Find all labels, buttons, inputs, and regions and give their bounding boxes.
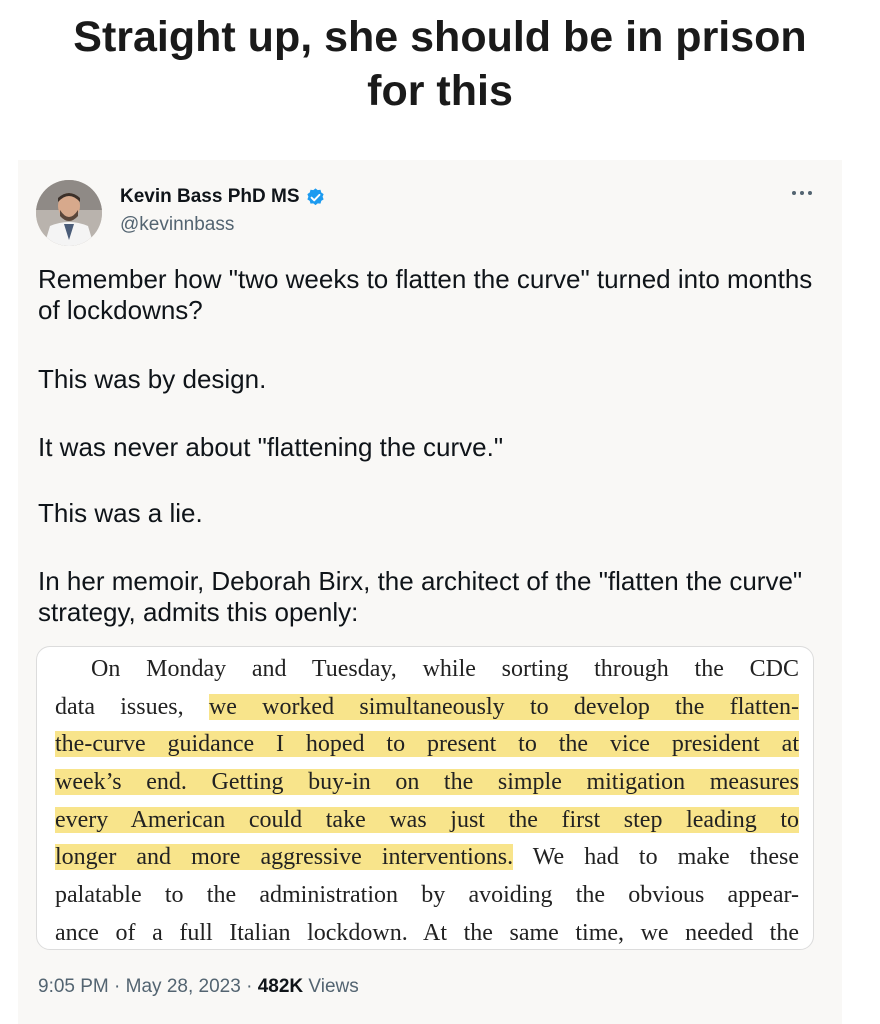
book-excerpt-image[interactable]: On Monday and Tuesday, while sorting thr… xyxy=(36,646,814,950)
verified-badge-icon xyxy=(306,187,324,205)
book-excerpt-text: On Monday and Tuesday, while sorting thr… xyxy=(55,651,800,949)
avatar[interactable] xyxy=(36,180,102,246)
author-name[interactable]: Kevin Bass PhD MS xyxy=(120,186,326,208)
excerpt-text: data issues, xyxy=(55,693,209,720)
caption-line-1: Straight up, she should be in prison xyxy=(73,13,807,61)
tweet-paragraph: This was a lie. xyxy=(38,498,203,528)
meme-caption: Straight up, she should be in prison for… xyxy=(0,10,880,118)
excerpt-highlight: the-curve guidance I hoped to present to… xyxy=(55,731,799,758)
author-handle[interactable]: @kevinnbass xyxy=(120,214,234,236)
tweet-paragraph: Remember how "two weeks to flatten the c… xyxy=(38,264,813,325)
tweet-paragraph: In her memoir, Deborah Birx, the archite… xyxy=(38,566,803,627)
excerpt-highlight: week’s end. Getting buy-in on the simple… xyxy=(55,769,799,796)
excerpt-line: longer and more aggressive interventions… xyxy=(55,839,799,877)
excerpt-line: palatable to the administration by avoid… xyxy=(55,882,799,909)
excerpt-line: the-curve guidance I hoped to present to… xyxy=(55,726,799,764)
views-label: Views xyxy=(303,976,359,997)
caption-line-2: for this xyxy=(367,67,513,115)
excerpt-highlight: we worked simultaneously to develop the … xyxy=(208,693,800,720)
excerpt-line: On Monday and Tuesday, while sorting thr… xyxy=(91,656,799,682)
author-name-text: Kevin Bass PhD MS xyxy=(120,186,300,207)
tweet-paragraph: It was never about "flattening the curve… xyxy=(38,432,504,462)
tweet-date[interactable]: May 28, 2023 xyxy=(126,976,241,997)
excerpt-line: ance of a full Italian lockdown. At the … xyxy=(55,919,799,946)
excerpt-highlight: every American could take was just the f… xyxy=(55,806,799,833)
meta-separator: · xyxy=(108,976,126,997)
tweet-card: Kevin Bass PhD MS @kevinnbass Remember h… xyxy=(18,160,842,1024)
tweet-paragraph: This was by design. xyxy=(38,364,267,394)
more-horizontal-icon[interactable] xyxy=(790,186,814,200)
meta-separator: · xyxy=(240,976,258,997)
excerpt-line: every American could take was just the f… xyxy=(55,802,799,840)
views-count[interactable]: 482K xyxy=(258,976,303,997)
excerpt-line: data issues, we worked simultaneously to… xyxy=(55,689,800,727)
excerpt-highlight: longer and more aggressive interventions… xyxy=(55,844,514,871)
excerpt-text: We had to make these xyxy=(513,844,799,871)
tweet-metadata: 9:05 PM · May 28, 2023 · 482K Views xyxy=(38,976,359,998)
excerpt-line: week’s end. Getting buy-in on the simple… xyxy=(55,764,799,802)
tweet-time[interactable]: 9:05 PM xyxy=(38,976,109,997)
